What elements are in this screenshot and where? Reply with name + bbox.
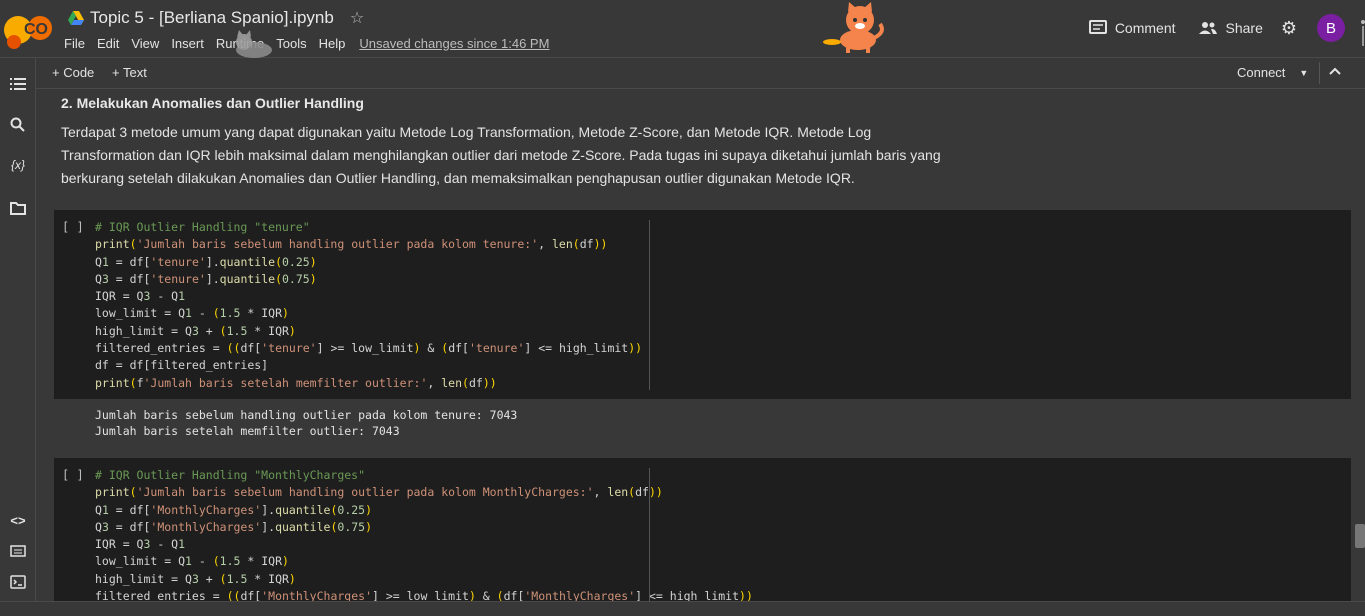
comment-icon — [1088, 20, 1107, 34]
add-text-button[interactable]: + Text — [112, 65, 147, 80]
settings-gear-icon[interactable]: ⚙ — [1281, 18, 1297, 39]
menu-file[interactable]: File — [64, 36, 85, 51]
code-line[interactable]: print('Jumlah baris sebelum handling out… — [95, 484, 753, 501]
status-bar — [0, 601, 1365, 616]
code-snippets-icon[interactable]: <> — [8, 510, 28, 530]
toc-icon[interactable] — [8, 74, 28, 94]
code-cell[interactable]: [ ] # IQR Outlier Handling "tenure" print… — [54, 210, 1351, 399]
vertical-scrollbar[interactable] — [1355, 524, 1365, 548]
notebook-title[interactable]: Topic 5 - [Berliana Spanio].ipynb — [90, 8, 334, 28]
collapse-header-icon[interactable] — [1328, 64, 1342, 79]
app-header: CO Topic 5 - [Berliana Spanio].ipynb ☆ F… — [0, 0, 1365, 58]
code-cell[interactable]: [ ] # IQR Outlier Handling "MonthlyCharg… — [54, 458, 1351, 615]
code-line[interactable]: df = df[filtered_entries] — [95, 357, 642, 374]
menu-help[interactable]: Help — [319, 36, 346, 51]
code-editor[interactable]: # IQR Outlier Handling "MonthlyCharges" p… — [95, 467, 753, 605]
people-icon — [1198, 22, 1217, 34]
markdown-heading: 2. Melakukan Anomalies dan Outlier Handl… — [61, 95, 364, 111]
code-line[interactable]: low_limit = Q1 - (1.5 * IQR) — [95, 553, 753, 570]
notebook-area: 2. Melakukan Anomalies dan Outlier Handl… — [36, 89, 1353, 615]
share-label: Share — [1225, 20, 1263, 36]
ruler-line — [649, 468, 650, 615]
code-line[interactable]: IQR = Q3 - Q1 — [95, 536, 753, 553]
cat-mascot — [823, 2, 884, 53]
menu-bar: File Edit View Insert Runtime Tools Help… — [64, 34, 549, 52]
code-line[interactable]: filtered_entries = ((df['tenure'] >= low… — [95, 340, 642, 357]
code-line[interactable]: # IQR Outlier Handling "tenure" — [95, 219, 642, 236]
run-cell-button[interactable]: [ ] — [62, 220, 84, 234]
cell-output: Jumlah baris sebelum handling outlier pa… — [54, 399, 1351, 447]
toolbar-divider — [1319, 62, 1320, 84]
code-editor[interactable]: # IQR Outlier Handling "tenure" print('Ju… — [95, 219, 642, 392]
comment-button[interactable]: Comment — [1088, 20, 1176, 36]
code-line[interactable]: print(f'Jumlah baris setelah memfilter o… — [95, 375, 642, 392]
folder-icon[interactable] — [8, 198, 28, 218]
markdown-paragraph: Terdapat 3 metode umum yang dapat diguna… — [61, 121, 991, 190]
menu-view[interactable]: View — [131, 36, 159, 51]
extension-icon — [1361, 20, 1365, 46]
code-line[interactable]: print('Jumlah baris sebelum handling out… — [95, 236, 642, 253]
notebook-toolbar: + Code + Text Connect ▼ — [36, 58, 1365, 89]
logo-text: CO — [24, 21, 48, 38]
caret-down-icon[interactable]: ▼ — [1299, 68, 1308, 78]
variables-icon[interactable]: {x} — [8, 155, 28, 175]
add-code-button[interactable]: + Code — [52, 65, 94, 80]
user-avatar[interactable]: B — [1317, 14, 1345, 42]
output-line: Jumlah baris sebelum handling outlier pa… — [95, 408, 518, 422]
connect-label: Connect — [1237, 65, 1286, 80]
connect-button[interactable]: Connect ▼ — [1237, 65, 1308, 80]
code-line[interactable]: Q3 = df['MonthlyCharges'].quantile(0.75) — [95, 519, 753, 536]
code-line[interactable]: IQR = Q3 - Q1 — [95, 288, 642, 305]
terminal-icon[interactable] — [8, 572, 28, 592]
code-line[interactable]: Q3 = df['tenure'].quantile(0.75) — [95, 271, 642, 288]
code-line[interactable]: high_limit = Q3 + (1.5 * IQR) — [95, 323, 642, 340]
code-line[interactable]: high_limit = Q3 + (1.5 * IQR) — [95, 571, 753, 588]
code-line[interactable]: # IQR Outlier Handling "MonthlyCharges" — [95, 467, 753, 484]
command-palette-icon[interactable] — [8, 541, 28, 561]
left-rail: {x} <> — [0, 58, 36, 615]
markdown-line: berkurang setelah dilakukan Anomalies da… — [61, 170, 855, 186]
output-line: Jumlah baris setelah memfilter outlier: … — [95, 424, 400, 438]
google-drive-icon[interactable] — [68, 11, 84, 25]
cat-mascot-small — [236, 30, 272, 58]
menu-insert[interactable]: Insert — [171, 36, 204, 51]
ruler-line — [649, 220, 650, 390]
run-cell-button[interactable]: [ ] — [62, 468, 84, 482]
share-button[interactable]: Share — [1198, 20, 1263, 36]
code-line[interactable]: low_limit = Q1 - (1.5 * IQR) — [95, 305, 642, 322]
colab-logo[interactable]: CO — [0, 6, 56, 50]
unsaved-changes-link[interactable]: Unsaved changes since 1:46 PM — [359, 36, 549, 51]
menu-tools[interactable]: Tools — [276, 36, 306, 51]
search-icon[interactable] — [8, 115, 28, 135]
markdown-line: Transformation dan IQR lebih maksimal da… — [61, 147, 941, 163]
code-line[interactable]: Q1 = df['MonthlyCharges'].quantile(0.25) — [95, 502, 753, 519]
star-icon[interactable]: ☆ — [350, 8, 364, 28]
menu-edit[interactable]: Edit — [97, 36, 119, 51]
code-line[interactable]: Q1 = df['tenure'].quantile(0.25) — [95, 254, 642, 271]
comment-label: Comment — [1114, 20, 1176, 36]
markdown-line: Terdapat 3 metode umum yang dapat diguna… — [61, 124, 872, 140]
